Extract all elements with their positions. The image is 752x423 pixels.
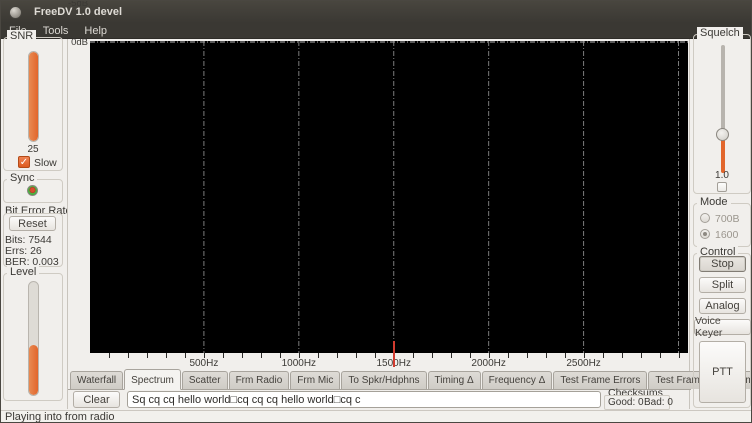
x-tick: [356, 353, 357, 358]
squelch-value: 1.0: [693, 170, 751, 181]
y-tick-label: -5dB: [68, 0, 88, 9]
x-tick: [337, 353, 338, 358]
level-group-label: Level: [7, 266, 39, 278]
snr-group-label: SNR: [7, 30, 36, 42]
x-tick: [147, 353, 148, 358]
x-tick: [546, 353, 547, 358]
sync-group-label: Sync: [7, 172, 37, 184]
plot-background: [90, 41, 688, 353]
decoded-text-field[interactable]: [127, 391, 601, 408]
slow-checkbox[interactable]: ✓: [18, 156, 30, 168]
squelch-checkbox[interactable]: [717, 182, 727, 192]
x-tick-label: 500Hz: [179, 358, 229, 369]
reset-button[interactable]: Reset: [9, 216, 56, 231]
analog-button[interactable]: Analog: [699, 298, 746, 314]
status-text: Playing into from radio: [5, 411, 114, 423]
checksums-bad: Bad: 0: [644, 397, 673, 408]
x-tick: [679, 353, 680, 358]
x-tick: [660, 353, 661, 358]
snr-value: 25: [3, 144, 63, 155]
split-button[interactable]: Split: [699, 277, 746, 293]
spectrum-panel: 0dB-5dB-10dB-15dB-20dB-25dB-30dB-35dB-40…: [67, 39, 690, 409]
x-tick: [242, 353, 243, 358]
tab-frm-radio[interactable]: Frm Radio: [229, 371, 290, 389]
level-gauge-fill: [29, 345, 38, 395]
x-tick-label: 2500Hz: [559, 358, 609, 369]
mode-group-label: Mode: [697, 196, 731, 208]
menu-tools[interactable]: Tools: [35, 24, 77, 38]
menubar: FileToolsHelp: [1, 23, 751, 39]
mode-label-1600: 1600: [715, 229, 738, 241]
x-tick: [261, 353, 262, 358]
x-tick: [432, 353, 433, 358]
snr-gauge: [28, 51, 39, 142]
window-close-button[interactable]: [9, 6, 22, 19]
voice-keyer-button[interactable]: Voice Keyer: [694, 319, 751, 335]
tab-frm-mic[interactable]: Frm Mic: [290, 371, 340, 389]
mode-radio-700b[interactable]: [700, 213, 710, 223]
freedv-window: FreeDV 1.0 devel FileToolsHelp SNR 25 ✓ …: [0, 0, 752, 423]
tab-to-spkr-hdphns[interactable]: To Spkr/Hdphns: [341, 371, 426, 389]
menu-help[interactable]: Help: [76, 24, 115, 38]
clear-button[interactable]: Clear: [73, 391, 120, 408]
x-tick: [641, 353, 642, 358]
x-tick-label: 1000Hz: [274, 358, 324, 369]
stop-button[interactable]: Stop: [699, 256, 746, 272]
mode-label-700b: 700B: [715, 213, 740, 225]
y-tick-label: 0dB: [68, 37, 88, 48]
x-tick: [451, 353, 452, 358]
x-tick: [622, 353, 623, 358]
tab-frequency[interactable]: Frequency Δ: [482, 371, 553, 389]
titlebar: FreeDV 1.0 devel: [1, 1, 751, 23]
snr-gauge-fill: [29, 52, 38, 141]
sync-led-icon: [27, 185, 38, 196]
x-tick: [109, 353, 110, 358]
squelch-slider-thumb[interactable]: [716, 128, 729, 141]
status-bar: Playing into from radio: [1, 410, 751, 423]
tab-strip: WaterfallSpectrumScatterFrm RadioFrm Mic…: [68, 369, 691, 390]
spectrum-plot: [90, 41, 688, 353]
slow-checkbox-label[interactable]: Slow: [34, 157, 57, 169]
squelch-group-label: Squelch: [697, 27, 743, 39]
tab-timing[interactable]: Timing Δ: [428, 371, 481, 389]
tune-marker: [393, 341, 395, 367]
x-tick-label: 2000Hz: [464, 358, 514, 369]
ptt-button[interactable]: PTT: [699, 341, 746, 403]
x-tick: [128, 353, 129, 358]
checksums-good: Good: 0: [608, 397, 644, 408]
tab-waterfall[interactable]: Waterfall: [70, 371, 123, 389]
mode-radio-1600[interactable]: [700, 229, 710, 239]
tab-spectrum[interactable]: Spectrum: [124, 369, 181, 390]
x-tick: [527, 353, 528, 358]
tab-scatter[interactable]: Scatter: [182, 371, 228, 389]
x-tick: [166, 353, 167, 358]
level-gauge: [28, 281, 39, 396]
